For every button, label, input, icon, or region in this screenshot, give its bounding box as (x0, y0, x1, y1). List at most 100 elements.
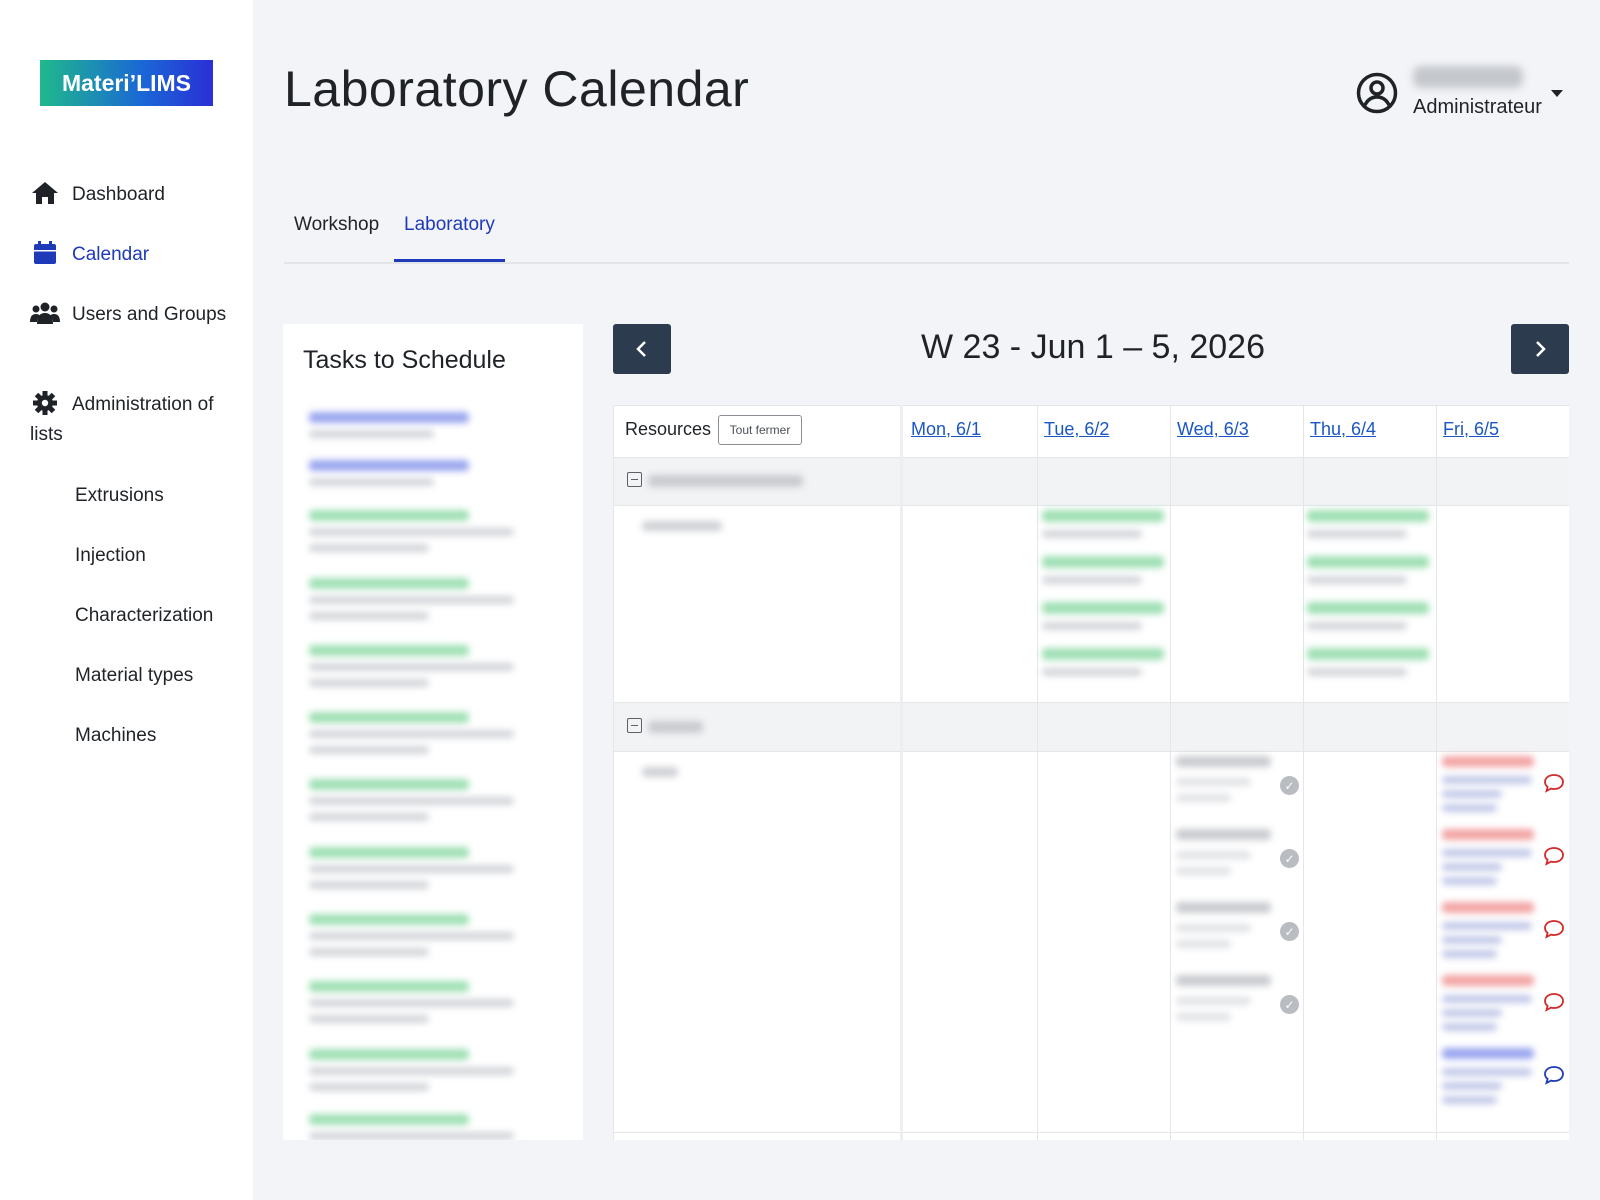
comment-icon[interactable] (1543, 992, 1565, 1012)
task-card-title-redacted (309, 1114, 469, 1125)
task-card-text-redacted (309, 932, 514, 940)
task-card-text-redacted (309, 544, 429, 552)
grid-line (1436, 405, 1437, 1140)
sidebar-item-administration-of-lists[interactable]: Administration of lists (30, 390, 245, 450)
task-card[interactable] (309, 779, 524, 839)
task-card[interactable] (309, 1049, 524, 1109)
event-bar-redacted (1042, 648, 1164, 660)
user-name-redacted (1413, 66, 1523, 88)
check-icon[interactable]: ✓ (1280, 922, 1299, 941)
comment-icon[interactable] (1543, 846, 1565, 866)
chevron-down-icon[interactable] (1551, 90, 1563, 97)
tasks-title: Tasks to Schedule (303, 346, 506, 374)
event-text-redacted (1442, 1082, 1502, 1090)
event-bar-redacted (1307, 648, 1429, 660)
task-card-text-redacted (309, 865, 514, 873)
event-text-redacted (1442, 1023, 1497, 1031)
app-logo[interactable]: Materi’LIMS (40, 60, 213, 106)
task-card-title-redacted (309, 847, 469, 858)
collapse-group-icon[interactable] (627, 472, 642, 487)
task-card-title-redacted (309, 510, 469, 521)
task-card[interactable] (309, 847, 524, 907)
comment-icon[interactable] (1543, 773, 1565, 793)
day-header-wed[interactable]: Wed, 6/3 (1177, 419, 1249, 440)
event-text-redacted (1042, 622, 1142, 630)
sidebar-item-calendar[interactable]: Calendar (30, 240, 245, 270)
event-bar-redacted (1176, 756, 1271, 767)
day-header-tue[interactable]: Tue, 6/2 (1044, 419, 1109, 440)
tasks-panel: Tasks to Schedule (283, 324, 583, 1140)
event-text-redacted (1176, 940, 1231, 948)
sidebar-subitem-machines[interactable]: Machines (75, 725, 156, 747)
check-icon[interactable]: ✓ (1280, 849, 1299, 868)
task-card[interactable] (309, 914, 524, 974)
event-bar-redacted (1176, 975, 1271, 986)
sidebar-item-dashboard[interactable]: Dashboard (30, 180, 245, 210)
task-card-text-redacted (309, 746, 429, 754)
next-week-button[interactable] (1511, 324, 1569, 374)
sidebar: Materi’LIMS Dashboard Calendar Users and… (0, 0, 253, 1200)
resources-header: Resources (625, 419, 712, 439)
grid-line (614, 1132, 1569, 1133)
user-menu[interactable]: Administrateur (1356, 66, 1566, 126)
grid-line (614, 505, 1569, 506)
event-text-redacted (1442, 790, 1502, 798)
sidebar-subitem-extrusions[interactable]: Extrusions (75, 485, 164, 507)
task-card-title-redacted (309, 460, 469, 471)
task-card-text-redacted (309, 1015, 429, 1023)
task-card[interactable] (309, 981, 524, 1041)
grid-line (900, 405, 903, 1140)
chevron-right-icon (1536, 341, 1546, 357)
event-bar-redacted (1042, 602, 1164, 614)
event-bar-redacted (1442, 902, 1534, 913)
event-text-redacted (1442, 1096, 1497, 1104)
event-text-redacted (1042, 668, 1142, 676)
sidebar-item-label: Users and Groups (72, 304, 227, 325)
resource-group-row (614, 703, 1569, 751)
grid-line (614, 405, 1569, 406)
task-card[interactable] (309, 510, 524, 570)
tab-workshop[interactable]: Workshop (284, 214, 389, 262)
task-card[interactable] (309, 712, 524, 772)
event-text-redacted (1307, 530, 1407, 538)
check-icon[interactable]: ✓ (1280, 995, 1299, 1014)
task-card-title-redacted (309, 578, 469, 589)
event-bar-redacted (1307, 602, 1429, 614)
task-card-title-redacted (309, 914, 469, 925)
task-card-text-redacted (309, 999, 514, 1007)
sidebar-subitem-injection[interactable]: Injection (75, 545, 146, 567)
task-card-text-redacted (309, 797, 514, 805)
task-card[interactable] (309, 645, 524, 705)
collapse-group-icon[interactable] (627, 718, 642, 733)
task-card-text-redacted (309, 663, 514, 671)
event-bar-redacted (1307, 510, 1429, 522)
task-card-text-redacted (309, 612, 429, 620)
day-header-fri[interactable]: Fri, 6/5 (1443, 419, 1499, 440)
event-text-redacted (1042, 530, 1142, 538)
event-bar-redacted (1176, 829, 1271, 840)
comment-icon[interactable] (1543, 919, 1565, 939)
calendar-grid: Resources Tout fermer Mon, 6/1 Tue, 6/2 … (613, 405, 1569, 1140)
day-header-mon[interactable]: Mon, 6/1 (911, 419, 981, 440)
grid-line (1170, 405, 1171, 1140)
task-card-text-redacted (309, 881, 429, 889)
task-card[interactable] (309, 1114, 524, 1140)
sidebar-subitem-material-types[interactable]: Material types (75, 665, 193, 687)
event-bar-redacted (1442, 1048, 1534, 1059)
event-text-redacted (1442, 849, 1532, 857)
task-card-text-redacted (309, 478, 434, 486)
resource-group-name-redacted (648, 475, 803, 487)
sidebar-item-users-and-groups[interactable]: Users and Groups (30, 300, 245, 330)
tab-laboratory[interactable]: Laboratory (394, 214, 505, 262)
grid-line (1037, 405, 1038, 1140)
check-icon[interactable]: ✓ (1280, 776, 1299, 795)
event-text-redacted (1176, 997, 1251, 1005)
task-card-title-redacted (309, 645, 469, 656)
task-card-text-redacted (309, 596, 514, 604)
collapse-all-button[interactable]: Tout fermer (718, 415, 802, 445)
day-header-thu[interactable]: Thu, 6/4 (1310, 419, 1376, 440)
task-card-title-redacted (309, 712, 469, 723)
task-card[interactable] (309, 578, 524, 638)
sidebar-subitem-characterization[interactable]: Characterization (75, 605, 213, 627)
comment-icon[interactable] (1543, 1065, 1565, 1085)
